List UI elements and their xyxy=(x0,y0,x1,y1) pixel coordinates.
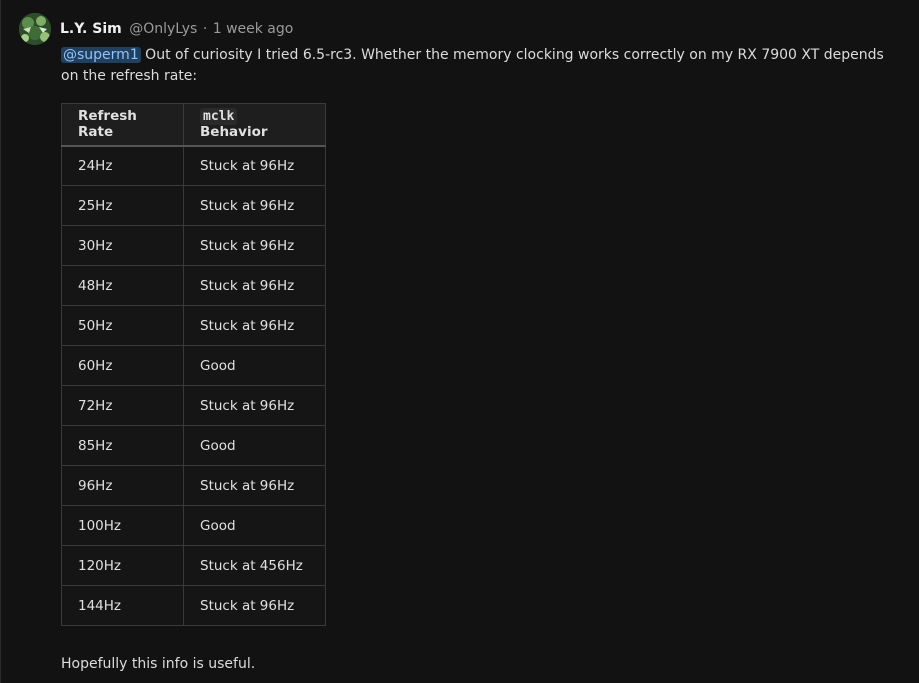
comment-footer-text: Hopefully this info is useful. xyxy=(61,656,256,672)
table-row: 72Hz Stuck at 96Hz xyxy=(61,385,326,426)
cell-mclk-behavior: Stuck at 96Hz xyxy=(183,385,326,426)
mclk-code: mclk xyxy=(200,108,238,126)
table-row: 25Hz Stuck at 96Hz xyxy=(61,185,326,226)
comment-header: L.Y. Sim @OnlyLys · 1 week ago xyxy=(60,19,293,39)
cell-refresh-rate: 24Hz xyxy=(61,145,184,186)
table-row: 24Hz Stuck at 96Hz xyxy=(61,145,326,186)
comment: L.Y. Sim @OnlyLys · 1 week ago @superm1 … xyxy=(0,0,919,683)
comment-text: Out of curiosity I tried 6.5-rc3. Whethe… xyxy=(61,47,884,84)
header-mclk-behavior: mclk Behavior xyxy=(183,103,326,147)
table-row: 60Hz Good xyxy=(61,345,326,386)
table-row: 144Hz Stuck at 96Hz xyxy=(61,585,326,626)
cell-refresh-rate: 120Hz xyxy=(61,545,184,586)
cell-mclk-behavior: Stuck at 96Hz xyxy=(183,145,326,186)
refresh-rate-table: Refresh Rate mclk Behavior 24Hz Stuck at … xyxy=(61,103,326,626)
table-row: 100Hz Good xyxy=(61,505,326,546)
cell-refresh-rate: 50Hz xyxy=(61,305,184,346)
timestamp[interactable]: 1 week ago xyxy=(213,21,294,37)
cell-mclk-behavior: Stuck at 96Hz xyxy=(183,465,326,506)
cell-refresh-rate: 100Hz xyxy=(61,505,184,546)
separator: · xyxy=(202,21,208,37)
cell-mclk-behavior: Stuck at 96Hz xyxy=(183,585,326,626)
table-header-row: Refresh Rate mclk Behavior xyxy=(61,103,326,147)
table-row: 96Hz Stuck at 96Hz xyxy=(61,465,326,506)
cell-mclk-behavior: Stuck at 96Hz xyxy=(183,265,326,306)
cell-mclk-behavior: Stuck at 96Hz xyxy=(183,225,326,266)
cell-refresh-rate: 48Hz xyxy=(61,265,184,306)
table-row: 30Hz Stuck at 96Hz xyxy=(61,225,326,266)
cell-refresh-rate: 72Hz xyxy=(61,385,184,426)
cell-refresh-rate: 144Hz xyxy=(61,585,184,626)
cell-mclk-behavior: Stuck at 96Hz xyxy=(183,305,326,346)
author-name[interactable]: L.Y. Sim xyxy=(60,21,122,37)
cell-mclk-behavior: Good xyxy=(183,505,326,546)
table-row: 120Hz Stuck at 456Hz xyxy=(61,545,326,586)
cell-mclk-behavior: Stuck at 456Hz xyxy=(183,545,326,586)
table-row: 48Hz Stuck at 96Hz xyxy=(61,265,326,306)
cell-mclk-behavior: Good xyxy=(183,345,326,386)
cell-refresh-rate: 96Hz xyxy=(61,465,184,506)
cell-refresh-rate: 85Hz xyxy=(61,425,184,466)
cell-refresh-rate: 60Hz xyxy=(61,345,184,386)
avatar[interactable] xyxy=(19,13,51,45)
cell-mclk-behavior: Good xyxy=(183,425,326,466)
table-row: 85Hz Good xyxy=(61,425,326,466)
header-behavior-label: Behavior xyxy=(200,124,268,141)
header-refresh-rate: Refresh Rate xyxy=(61,103,184,147)
cell-refresh-rate: 30Hz xyxy=(61,225,184,266)
comment-body: @superm1 Out of curiosity I tried 6.5-rc… xyxy=(61,45,891,87)
cell-mclk-behavior: Stuck at 96Hz xyxy=(183,185,326,226)
cell-refresh-rate: 25Hz xyxy=(61,185,184,226)
avatar-icon xyxy=(19,13,51,45)
author-handle[interactable]: @OnlyLys xyxy=(129,21,197,37)
table-row: 50Hz Stuck at 96Hz xyxy=(61,305,326,346)
mention-link[interactable]: @superm1 xyxy=(61,47,141,63)
